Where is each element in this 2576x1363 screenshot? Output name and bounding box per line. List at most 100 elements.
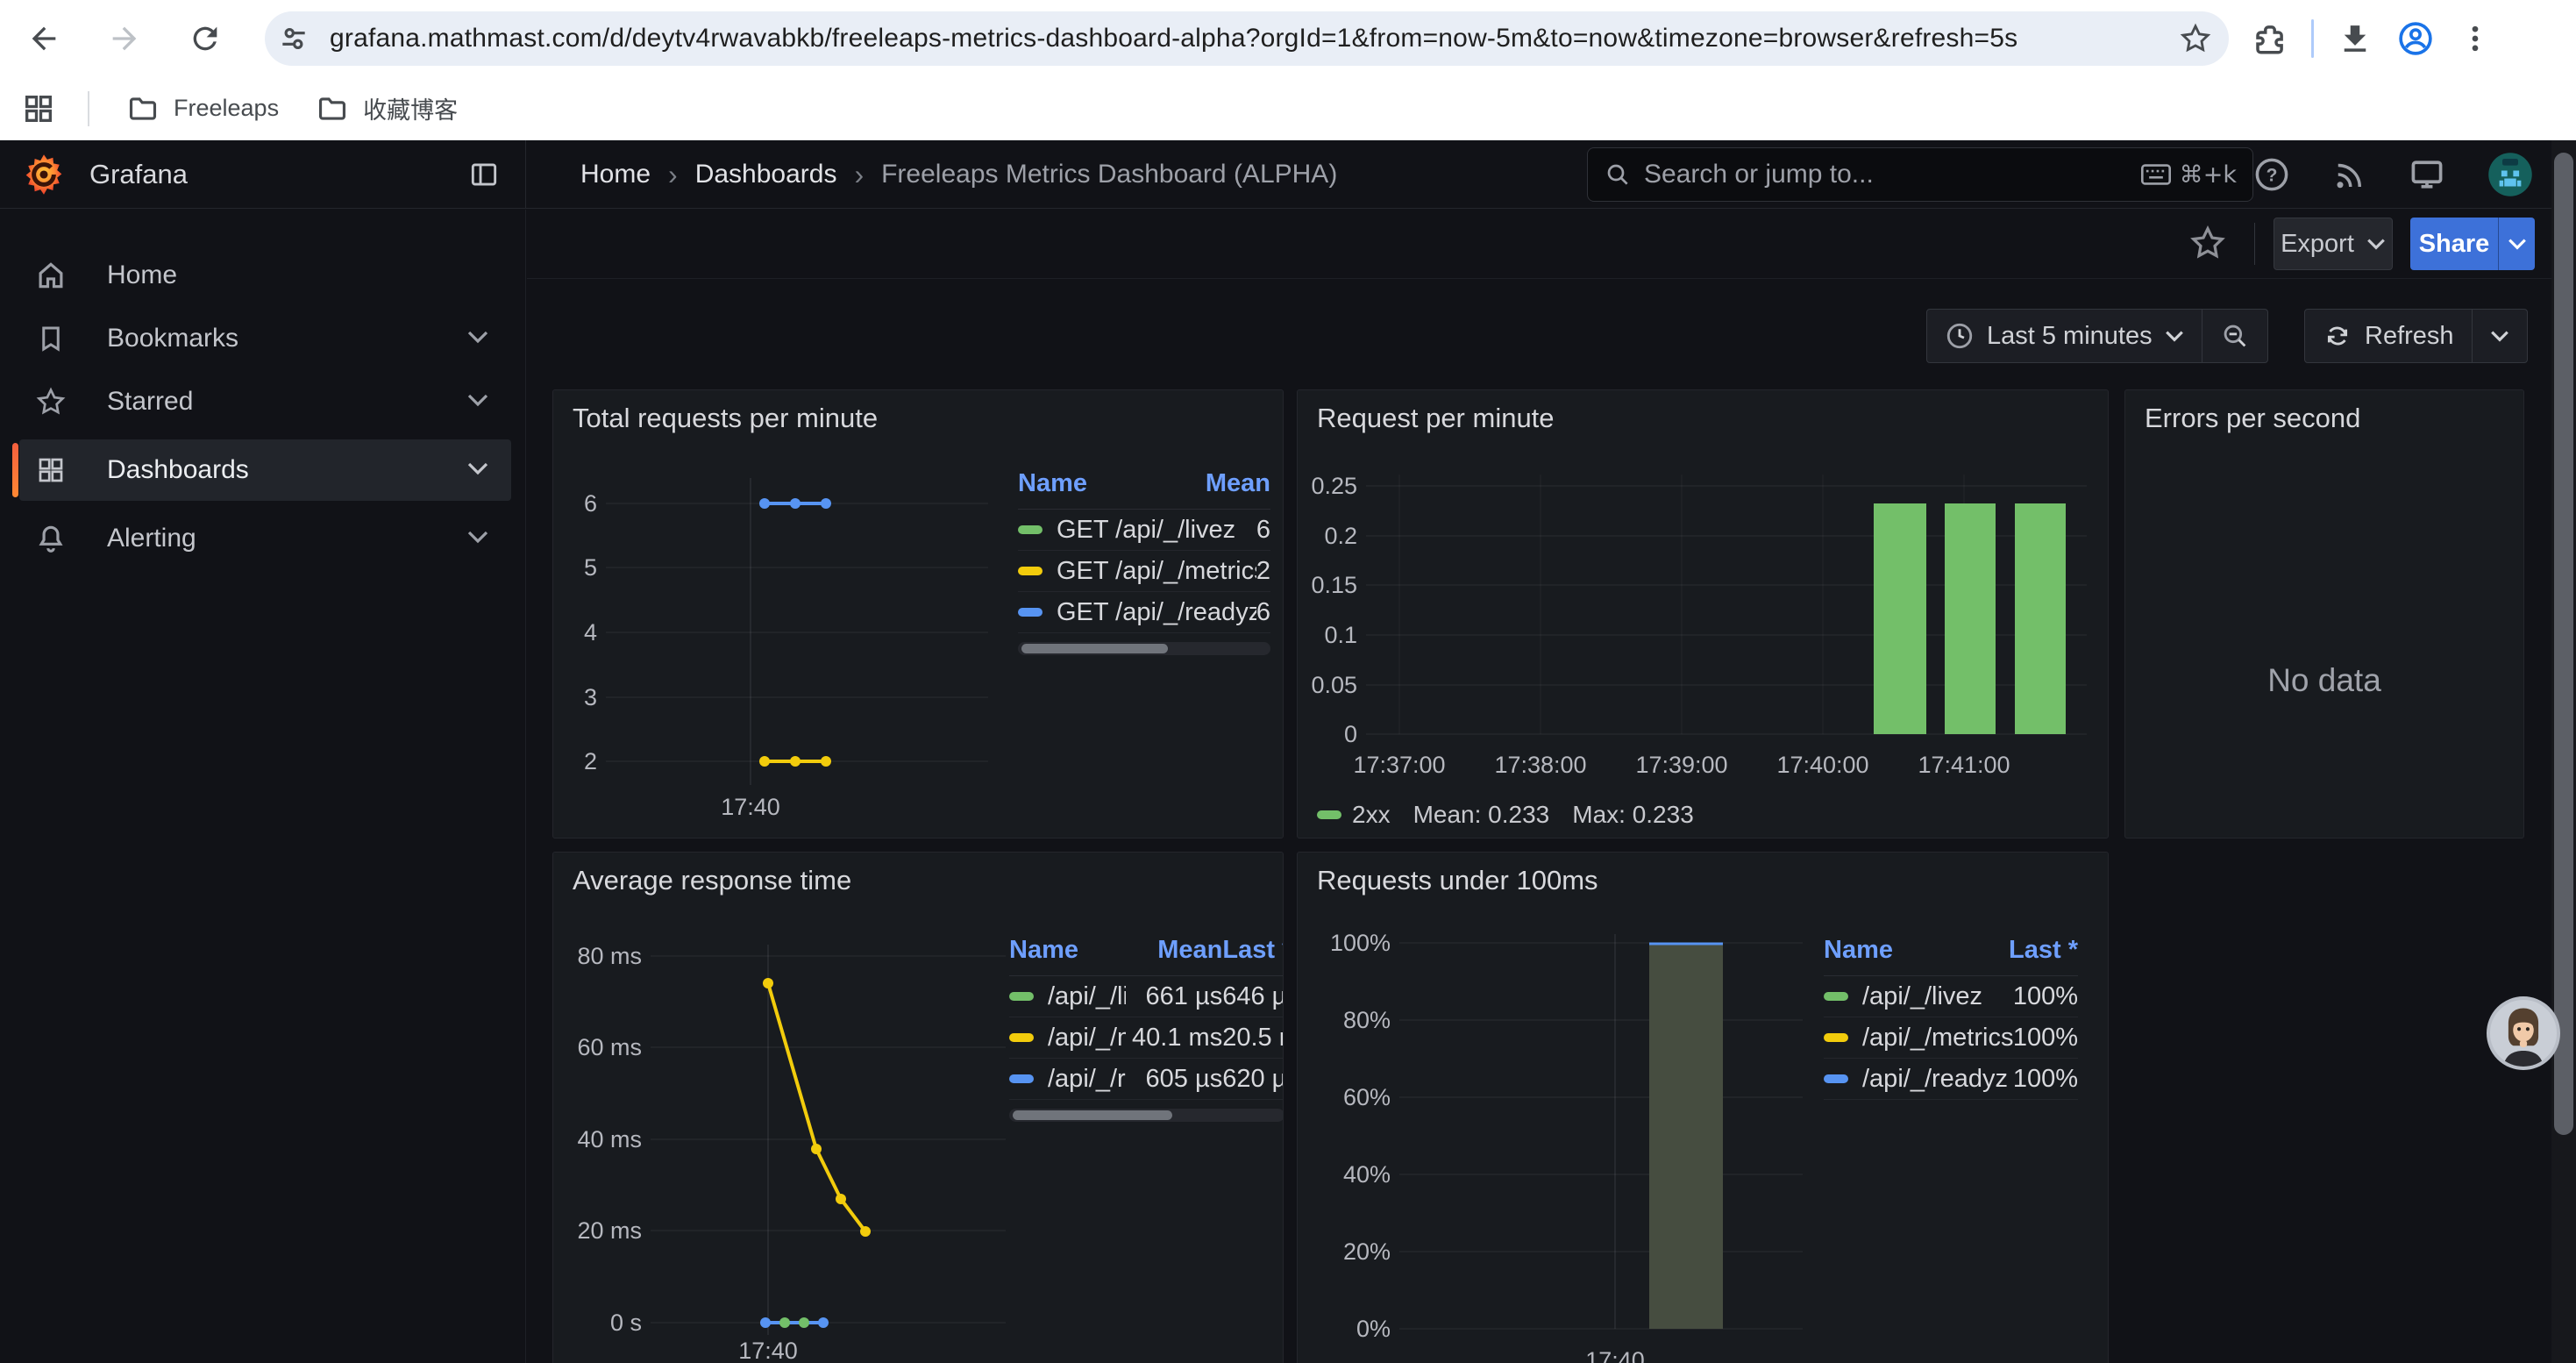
clock-icon xyxy=(1945,321,1975,351)
svg-text:17:38:00: 17:38:00 xyxy=(1494,752,1586,778)
search-box[interactable]: ⌘+k xyxy=(1587,147,2253,202)
svg-text:4: 4 xyxy=(584,619,597,646)
bookmark-folder-blogs[interactable]: 收藏博客 xyxy=(316,91,458,125)
chevron-down-icon xyxy=(2366,238,2386,250)
series-swatch xyxy=(1824,992,1848,1001)
sidebar-toggle-button[interactable] xyxy=(462,153,506,196)
user-avatar[interactable] xyxy=(2487,151,2534,198)
rss-news-icon[interactable] xyxy=(2330,156,2367,193)
sidebar-item-home[interactable]: Home xyxy=(19,250,511,301)
panel-title[interactable]: Total requests per minute xyxy=(573,403,878,434)
area-fill xyxy=(1649,943,1723,1329)
back-button[interactable] xyxy=(16,11,72,67)
refresh-button[interactable]: Refresh xyxy=(2305,310,2472,362)
chevron-down-icon[interactable] xyxy=(467,530,488,548)
zoom-out-time-button[interactable] xyxy=(2202,310,2267,362)
sidebar-item-starred[interactable]: Starred xyxy=(19,376,511,427)
nav-sidebar: Home Bookmarks Starred Dashbo xyxy=(0,210,526,1363)
legend-scrollbar[interactable] xyxy=(1009,1109,1284,1122)
legend-row[interactable]: /api/_/metrics 40.1 ms 20.5 ms xyxy=(1009,1017,1284,1059)
menu-kebab-icon[interactable] xyxy=(2458,21,2493,56)
legend-row[interactable]: /api/_/livez 100% xyxy=(1824,976,2078,1017)
favorite-dashboard-button[interactable] xyxy=(2188,223,2231,267)
legend-row[interactable]: GET /api/_/readyz 6 xyxy=(1018,592,1270,633)
address-bar[interactable]: grafana.mathmast.com/d/deytv4rwavabkb/fr… xyxy=(265,11,2229,66)
svg-text:100%: 100% xyxy=(1330,930,1391,956)
legend-row[interactable]: /api/_/livez 661 µs 646 µs xyxy=(1009,976,1284,1017)
time-range-picker[interactable]: Last 5 minutes xyxy=(1927,310,2202,362)
kiosk-monitor-icon[interactable] xyxy=(2408,155,2446,194)
breadcrumb: Home › Dashboards › Freeleaps Metrics Da… xyxy=(580,140,1337,209)
panel-title[interactable]: Errors per second xyxy=(2145,403,2360,434)
share-dropdown-button[interactable] xyxy=(2498,218,2535,270)
legend-scrollbar[interactable] xyxy=(1018,642,1270,655)
forward-arrow-icon xyxy=(107,21,142,56)
star-icon xyxy=(2188,223,2228,263)
site-settings-icon[interactable] xyxy=(277,22,310,55)
grafana-app: Grafana Home › Dashboards › Freeleaps Me… xyxy=(0,140,2576,1363)
svg-text:0.15: 0.15 xyxy=(1312,572,1357,598)
toolbar-right-icons xyxy=(2252,19,2493,58)
assistant-avatar-bubble[interactable] xyxy=(2487,996,2560,1070)
page-scrollbar[interactable] xyxy=(2551,140,2576,1363)
legend-row[interactable]: /api/_/readyz 100% xyxy=(1824,1059,2078,1100)
export-button[interactable]: Export xyxy=(2274,218,2393,270)
search-icon xyxy=(1604,161,1632,189)
bell-icon xyxy=(33,521,68,556)
chevron-down-icon[interactable] xyxy=(467,461,488,480)
header-icons: ? xyxy=(2253,140,2534,209)
legend-header: Name Mean Last * xyxy=(1009,936,1284,976)
apps-grid-icon[interactable] xyxy=(21,91,56,126)
sidebar-item-bookmarks[interactable]: Bookmarks xyxy=(19,313,511,364)
url-text[interactable]: grafana.mathmast.com/d/deytv4rwavabkb/fr… xyxy=(330,24,2178,54)
chevron-down-icon xyxy=(2165,330,2184,342)
panel-avg-response-time[interactable]: Average response time 80 ms 60 ms 40 ms … xyxy=(552,852,1284,1363)
breadcrumb-home[interactable]: Home xyxy=(580,160,651,189)
chevron-down-icon[interactable] xyxy=(467,393,488,411)
chart-legend: 2xx Mean: 0.233 Max: 0.233 xyxy=(1317,801,1694,829)
series-swatch xyxy=(1018,525,1042,534)
share-button[interactable]: Share xyxy=(2410,218,2498,270)
series-swatch xyxy=(1018,608,1042,617)
bookmark-folder-freeleaps[interactable]: Freeleaps xyxy=(126,92,279,125)
panel-title[interactable]: Average response time xyxy=(573,865,851,896)
panel-errors-per-second[interactable]: Errors per second No data xyxy=(2124,389,2524,838)
search-input[interactable] xyxy=(1644,160,2141,189)
panel-request-per-minute[interactable]: Request per minute 0.25 0.2 0.15 0.1 0.0… xyxy=(1297,389,2109,838)
panel-total-requests[interactable]: Total requests per minute 6 5 4 3 2 17:4… xyxy=(552,389,1284,838)
chevron-down-icon[interactable] xyxy=(467,330,488,348)
legend-row[interactable]: GET /api/_/metrics 2 xyxy=(1018,551,1270,592)
svg-text:17:40: 17:40 xyxy=(738,1338,798,1361)
folder-icon xyxy=(126,92,160,125)
series-swatch xyxy=(1317,810,1341,819)
help-icon[interactable]: ? xyxy=(2253,156,2290,193)
svg-text:17:39:00: 17:39:00 xyxy=(1635,752,1727,778)
extensions-icon[interactable] xyxy=(2252,20,2288,57)
grafana-header: Grafana Home › Dashboards › Freeleaps Me… xyxy=(0,140,2576,209)
downloads-icon[interactable] xyxy=(2337,20,2373,57)
panel-title[interactable]: Requests under 100ms xyxy=(1317,865,1598,896)
legend-series-label[interactable]: 2xx xyxy=(1352,801,1391,829)
legend-row[interactable]: /api/_/metrics 100% xyxy=(1824,1017,2078,1059)
scrollbar-thumb[interactable] xyxy=(2554,153,2573,1135)
svg-text:40%: 40% xyxy=(1343,1161,1391,1188)
svg-text:20 ms: 20 ms xyxy=(577,1217,642,1244)
legend-table: Name Mean Last * /api/_/livez 661 µs 646… xyxy=(1009,936,1284,1122)
panel-requests-under-100ms[interactable]: Requests under 100ms 100% 80% 60% 40% 20… xyxy=(1297,852,2109,1363)
legend-row[interactable]: GET /api/_/livez 6 xyxy=(1018,510,1270,551)
sidebar-item-alerting[interactable]: Alerting xyxy=(19,513,511,564)
panel-title[interactable]: Request per minute xyxy=(1317,403,1555,434)
profile-icon[interactable] xyxy=(2396,19,2435,58)
reload-button[interactable] xyxy=(177,11,233,67)
legend-row[interactable]: /api/_/readyz 605 µs 620 µs xyxy=(1009,1059,1284,1100)
breadcrumb-dashboards[interactable]: Dashboards xyxy=(695,160,837,189)
bookmark-label: 收藏博客 xyxy=(363,91,458,125)
brand-name[interactable]: Grafana xyxy=(89,159,188,190)
legend-max: Max: 0.233 xyxy=(1572,801,1694,829)
grafana-logo[interactable] xyxy=(21,152,67,197)
forward-button[interactable] xyxy=(96,11,153,67)
bookmark-star-icon[interactable] xyxy=(2178,21,2213,56)
toolbar-divider xyxy=(2311,19,2314,58)
refresh-interval-dropdown[interactable] xyxy=(2473,310,2527,362)
sidebar-item-dashboards[interactable]: Dashboards xyxy=(19,439,511,501)
